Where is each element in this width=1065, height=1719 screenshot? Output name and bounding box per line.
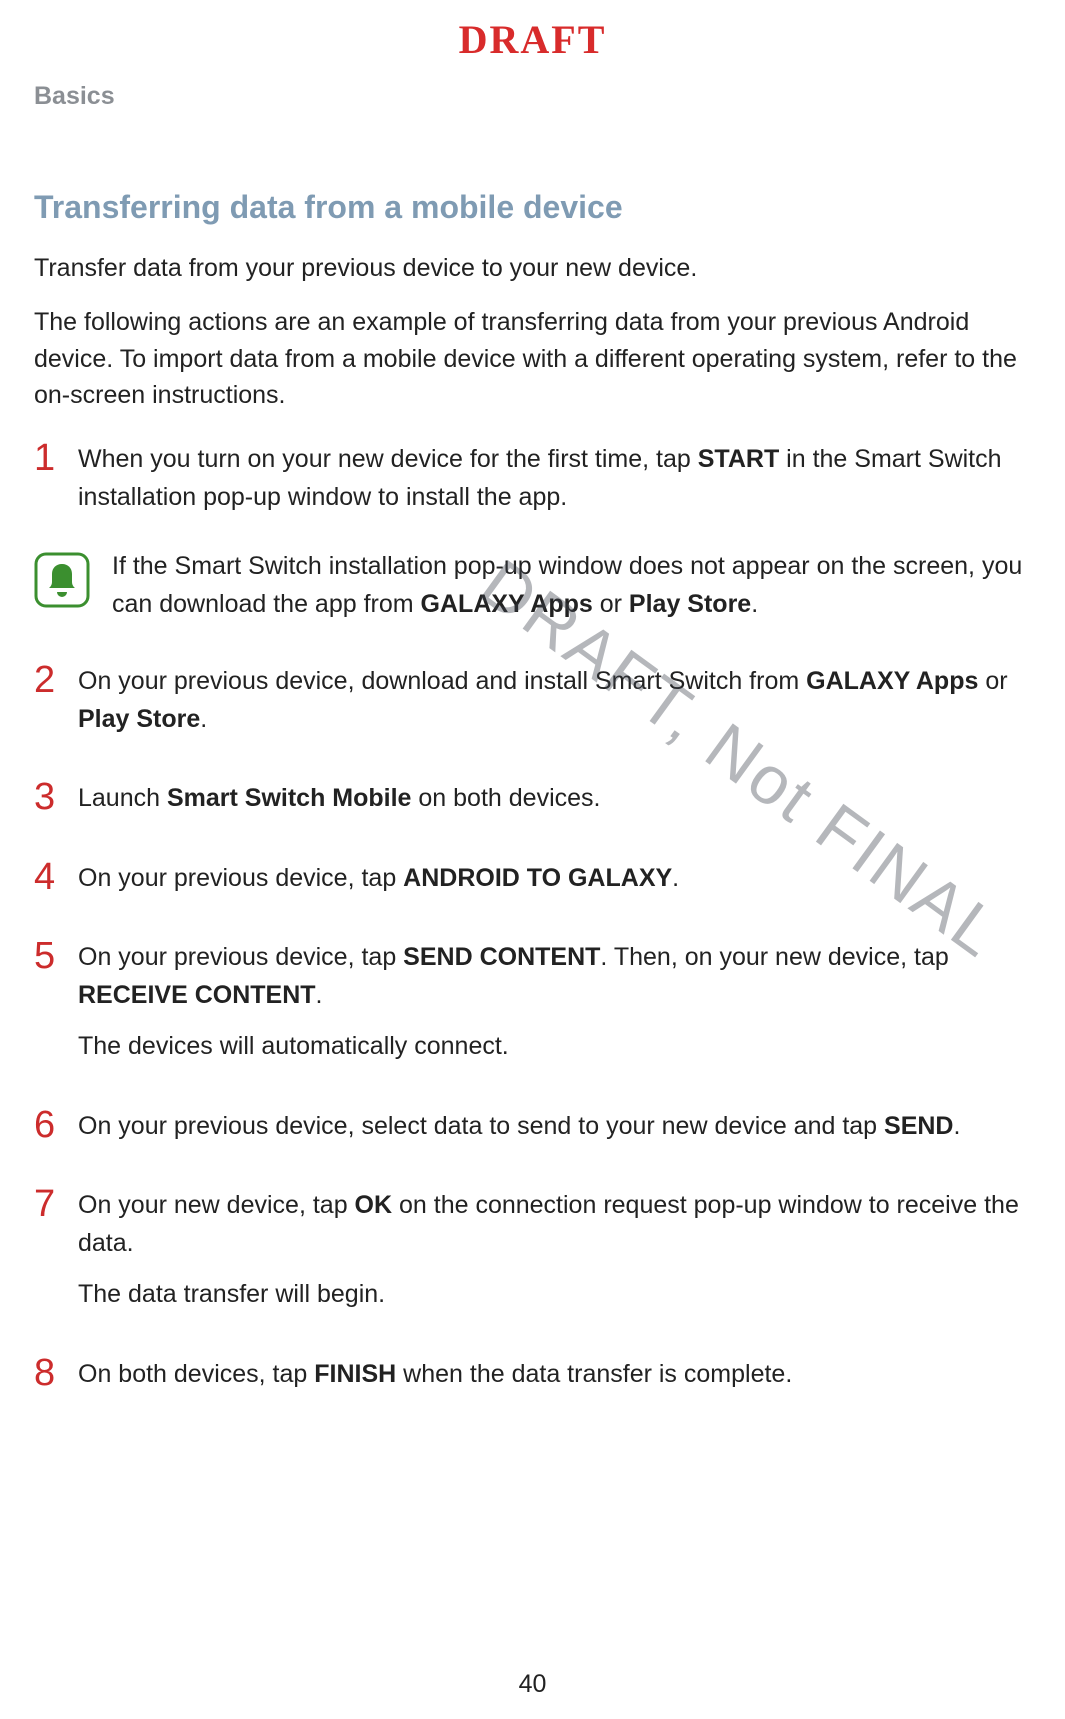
step-number: 7 xyxy=(34,1183,78,1223)
step-body: On your previous device, download and in… xyxy=(78,659,1031,752)
step-text: . xyxy=(316,981,323,1009)
step-7: 7 On your new device, tap OK on the conn… xyxy=(34,1183,1031,1328)
step-text: Launch xyxy=(78,784,167,812)
step-bold: SEND CONTENT xyxy=(403,943,600,971)
step-bold: RECEIVE CONTENT xyxy=(78,981,316,1009)
bell-icon xyxy=(34,552,90,608)
page-number: 40 xyxy=(0,1670,1065,1699)
step-number: 5 xyxy=(34,935,78,975)
step-number: 3 xyxy=(34,776,78,816)
step-bold: ANDROID TO GALAXY xyxy=(403,864,672,892)
step-bold: SEND xyxy=(884,1112,953,1140)
step-subtext: The devices will automatically connect. xyxy=(78,1028,1031,1066)
step-5: 5 On your previous device, tap SEND CONT… xyxy=(34,935,1031,1080)
step-body: On your previous device, tap ANDROID TO … xyxy=(78,856,1031,912)
step-6: 6 On your previous device, select data t… xyxy=(34,1104,1031,1160)
step-8: 8 On both devices, tap FINISH when the d… xyxy=(34,1352,1031,1408)
intro-paragraph-1: Transfer data from your previous device … xyxy=(34,250,1031,286)
section-title: Transferring data from a mobile device xyxy=(34,189,1031,226)
note-block: If the Smart Switch installation pop-up … xyxy=(34,548,1031,623)
step-text: . xyxy=(954,1112,961,1140)
step-body: When you turn on your new device for the… xyxy=(78,437,1031,530)
step-3: 3 Launch Smart Switch Mobile on both dev… xyxy=(34,776,1031,832)
note-bold: GALAXY Apps xyxy=(421,590,593,618)
step-text: when the data transfer is complete. xyxy=(396,1360,792,1388)
step-body: On your previous device, select data to … xyxy=(78,1104,1031,1160)
intro-paragraph-2: The following actions are an example of … xyxy=(34,304,1031,413)
step-body: On both devices, tap FINISH when the dat… xyxy=(78,1352,1031,1408)
step-text: . Then, on your new device, tap xyxy=(600,943,948,971)
step-text: On your previous device, download and in… xyxy=(78,667,806,695)
step-body: On your new device, tap OK on the connec… xyxy=(78,1183,1031,1328)
step-text: When you turn on your new device for the… xyxy=(78,445,698,473)
step-4: 4 On your previous device, tap ANDROID T… xyxy=(34,856,1031,912)
step-subtext: The data transfer will begin. xyxy=(78,1276,1031,1314)
running-header: Basics xyxy=(34,82,1031,111)
step-bold: FINISH xyxy=(314,1360,396,1388)
step-2: 2 On your previous device, download and … xyxy=(34,659,1031,752)
step-text: On your previous device, select data to … xyxy=(78,1112,884,1140)
step-text: On your previous device, tap xyxy=(78,864,403,892)
note-bold: Play Store xyxy=(629,590,751,618)
step-bold: START xyxy=(698,445,779,473)
page: DRAFT Basics DRAFT, Not FINAL Transferri… xyxy=(0,0,1065,1719)
step-text: or xyxy=(978,667,1007,695)
step-number: 1 xyxy=(34,437,78,477)
step-number: 4 xyxy=(34,856,78,896)
step-bold: Play Store xyxy=(78,705,200,733)
note-span: . xyxy=(751,590,758,618)
step-text: . xyxy=(672,864,679,892)
steps-list: 1 When you turn on your new device for t… xyxy=(34,437,1031,1407)
step-bold: GALAXY Apps xyxy=(806,667,978,695)
top-banner-draft: DRAFT xyxy=(0,16,1065,63)
step-bold: Smart Switch Mobile xyxy=(167,784,411,812)
step-number: 6 xyxy=(34,1104,78,1144)
step-body: On your previous device, tap SEND CONTEN… xyxy=(78,935,1031,1080)
step-text: On your new device, tap xyxy=(78,1191,355,1219)
step-number: 8 xyxy=(34,1352,78,1392)
step-body: Launch Smart Switch Mobile on both devic… xyxy=(78,776,1031,832)
step-text: On your previous device, tap xyxy=(78,943,403,971)
step-number: 2 xyxy=(34,659,78,699)
step-text: on both devices. xyxy=(411,784,600,812)
step-bold: OK xyxy=(355,1191,393,1219)
step-text: On both devices, tap xyxy=(78,1360,314,1388)
note-span: or xyxy=(593,590,629,618)
step-text: . xyxy=(200,705,207,733)
note-text: If the Smart Switch installation pop-up … xyxy=(112,548,1031,623)
step-1: 1 When you turn on your new device for t… xyxy=(34,437,1031,530)
